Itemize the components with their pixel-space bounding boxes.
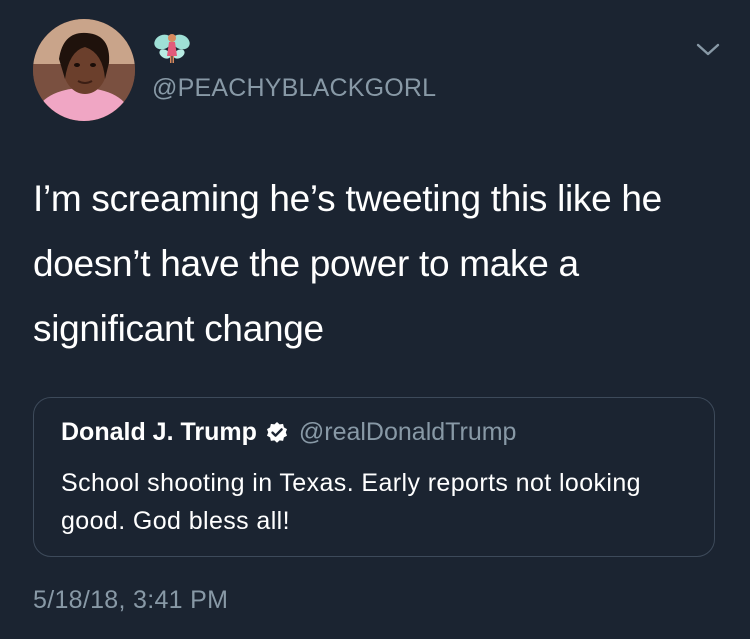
quoted-tweet-card[interactable]: Donald J. Trump @realDonaldTrump School … [33,397,715,557]
fairy-emoji-icon [154,34,190,63]
quoted-tweet-header: Donald J. Trump @realDonaldTrump [61,418,516,447]
avatar-image [33,19,135,121]
author-handle[interactable]: @PEACHYBLACKGORL [152,74,436,103]
quoted-tweet-text: School shooting in Texas. Early reports … [61,469,641,535]
verified-badge-icon [265,421,289,445]
display-name[interactable] [152,30,192,66]
tweet-timestamp: 5/18/18, 3:41 PM [33,586,229,614]
author-avatar[interactable] [33,19,135,121]
tweet-menu-button[interactable] [694,38,722,60]
quoted-author-handle: @realDonaldTrump [298,418,517,446]
quoted-author-name: Donald J. Trump [61,418,257,446]
tweet-text: I’m screaming he’s tweeting this like he… [33,178,662,349]
chevron-down-icon [696,43,720,56]
